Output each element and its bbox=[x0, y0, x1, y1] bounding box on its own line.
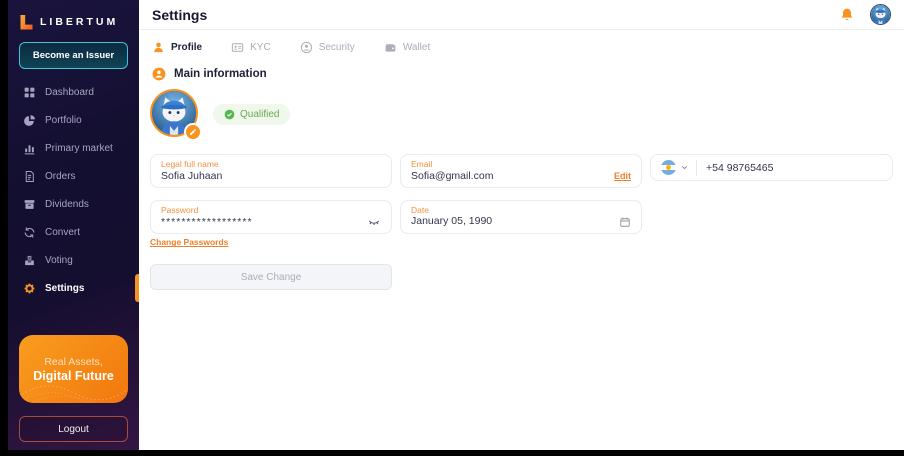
profile-form: Legal full name Sofia Juhaan Email Sofia… bbox=[150, 154, 893, 235]
country-code-select[interactable] bbox=[661, 160, 689, 175]
sidebar: LIBERTUM Become an Issuer Dashboard Port… bbox=[8, 0, 139, 450]
sidebar-item-dashboard[interactable]: Dashboard bbox=[8, 78, 139, 106]
change-password-link[interactable]: Change Passwords bbox=[150, 237, 904, 247]
password-value: ****************** bbox=[161, 215, 253, 228]
promo-card: Real Assets, Digital Future bbox=[19, 335, 128, 403]
calendar-icon[interactable] bbox=[619, 216, 631, 228]
gear-icon bbox=[24, 283, 35, 293]
date-field[interactable]: Date January 05, 1990 bbox=[400, 199, 642, 235]
sidebar-item-label: Settings bbox=[45, 282, 85, 294]
sidebar-nav: Dashboard Portfolio Primary market Order… bbox=[8, 78, 139, 302]
sidebar-item-settings[interactable]: Settings bbox=[8, 274, 139, 302]
sidebar-item-dividends[interactable]: Dividends bbox=[8, 190, 139, 218]
phone-field[interactable]: +54 98765465 bbox=[650, 154, 893, 181]
active-indicator-bar bbox=[135, 274, 139, 302]
become-issuer-button[interactable]: Become an Issuer bbox=[19, 42, 128, 69]
pencil-icon bbox=[190, 129, 196, 135]
user-avatar-small[interactable] bbox=[870, 4, 891, 25]
password-field[interactable]: Password ****************** bbox=[150, 199, 392, 235]
date-label: Date bbox=[411, 204, 429, 215]
convert-icon bbox=[24, 226, 35, 238]
phone-number-value: +54 98765465 bbox=[706, 161, 774, 174]
settings-tabs: Profile KYC Security Wallet bbox=[139, 30, 904, 54]
main-information-icon bbox=[152, 67, 166, 81]
email-field[interactable]: Email Sofia@gmail.com Edit bbox=[400, 154, 642, 188]
sidebar-item-portfolio[interactable]: Portfolio bbox=[8, 106, 139, 134]
libertum-logo-icon bbox=[20, 14, 33, 29]
page-title: Settings bbox=[152, 6, 208, 23]
edit-avatar-button[interactable] bbox=[184, 123, 202, 141]
eye-closed-icon[interactable] bbox=[367, 215, 381, 229]
tab-security[interactable]: Security bbox=[300, 41, 355, 54]
sidebar-item-orders[interactable]: Orders bbox=[8, 162, 139, 190]
argentina-flag-icon bbox=[661, 160, 676, 175]
email-value: Sofia@gmail.com bbox=[411, 169, 494, 182]
profile-avatar-row: Qualified bbox=[139, 81, 904, 141]
email-label: Email bbox=[411, 159, 433, 169]
profile-person-icon bbox=[154, 42, 163, 53]
sidebar-item-label: Voting bbox=[45, 254, 73, 266]
legal-name-value: Sofia Juhaan bbox=[161, 169, 223, 182]
wallet-icon bbox=[385, 43, 396, 52]
tab-label: Wallet bbox=[402, 42, 431, 53]
id-card-icon bbox=[231, 43, 244, 52]
logout-button[interactable]: Logout bbox=[19, 416, 128, 442]
user-avatar-image bbox=[871, 5, 890, 24]
tab-wallet[interactable]: Wallet bbox=[384, 41, 430, 54]
voting-icon bbox=[25, 255, 34, 265]
main-information-section-header: Main information bbox=[139, 54, 904, 81]
date-value: January 05, 1990 bbox=[411, 215, 493, 228]
sidebar-item-label: Portfolio bbox=[45, 114, 82, 126]
brand-name: LIBERTUM bbox=[40, 16, 119, 28]
tab-profile[interactable]: Profile bbox=[152, 41, 202, 54]
check-circle-icon bbox=[224, 109, 235, 119]
dashboard-icon bbox=[24, 87, 35, 97]
tab-kyc[interactable]: KYC bbox=[231, 41, 271, 54]
notifications-bell-icon[interactable] bbox=[839, 7, 855, 23]
portfolio-icon bbox=[24, 114, 35, 126]
bar-chart-icon bbox=[24, 144, 35, 154]
tab-label: KYC bbox=[250, 42, 271, 53]
tab-label: Profile bbox=[171, 42, 203, 53]
chevron-down-icon bbox=[681, 166, 688, 170]
main-content: Settings Profile KYC Security Wallet Mai… bbox=[139, 0, 904, 450]
topbar: Settings bbox=[139, 0, 904, 30]
qualified-badge: Qualified bbox=[213, 103, 291, 125]
sidebar-item-voting[interactable]: Voting bbox=[8, 246, 139, 274]
phone-divider bbox=[696, 159, 697, 176]
sidebar-item-label: Primary market bbox=[45, 142, 113, 154]
sidebar-item-label: Dividends bbox=[45, 198, 89, 210]
sidebar-item-label: Convert bbox=[45, 226, 81, 238]
dividends-icon bbox=[24, 199, 35, 209]
app-window: LIBERTUM Become an Issuer Dashboard Port… bbox=[0, 0, 904, 456]
orders-icon bbox=[25, 170, 34, 182]
brand-logo: LIBERTUM bbox=[8, 0, 139, 34]
edit-email-link[interactable]: Edit bbox=[614, 171, 631, 181]
save-change-button[interactable]: Save Change bbox=[150, 264, 392, 291]
legal-name-label: Legal full name bbox=[161, 159, 219, 169]
legal-name-field[interactable]: Legal full name Sofia Juhaan bbox=[150, 154, 392, 188]
qualified-badge-label: Qualified bbox=[240, 108, 280, 120]
section-title: Main information bbox=[174, 68, 267, 80]
sidebar-item-label: Dashboard bbox=[45, 86, 94, 98]
password-label: Password bbox=[161, 204, 199, 215]
promo-line2: Digital Future bbox=[33, 368, 114, 383]
tab-label: Security bbox=[318, 42, 355, 53]
promo-line1: Real Assets, bbox=[44, 355, 103, 368]
sidebar-item-label: Orders bbox=[45, 170, 76, 182]
security-shield-icon bbox=[300, 41, 312, 54]
sidebar-item-convert[interactable]: Convert bbox=[8, 218, 139, 246]
sidebar-item-primary-market[interactable]: Primary market bbox=[8, 134, 139, 162]
